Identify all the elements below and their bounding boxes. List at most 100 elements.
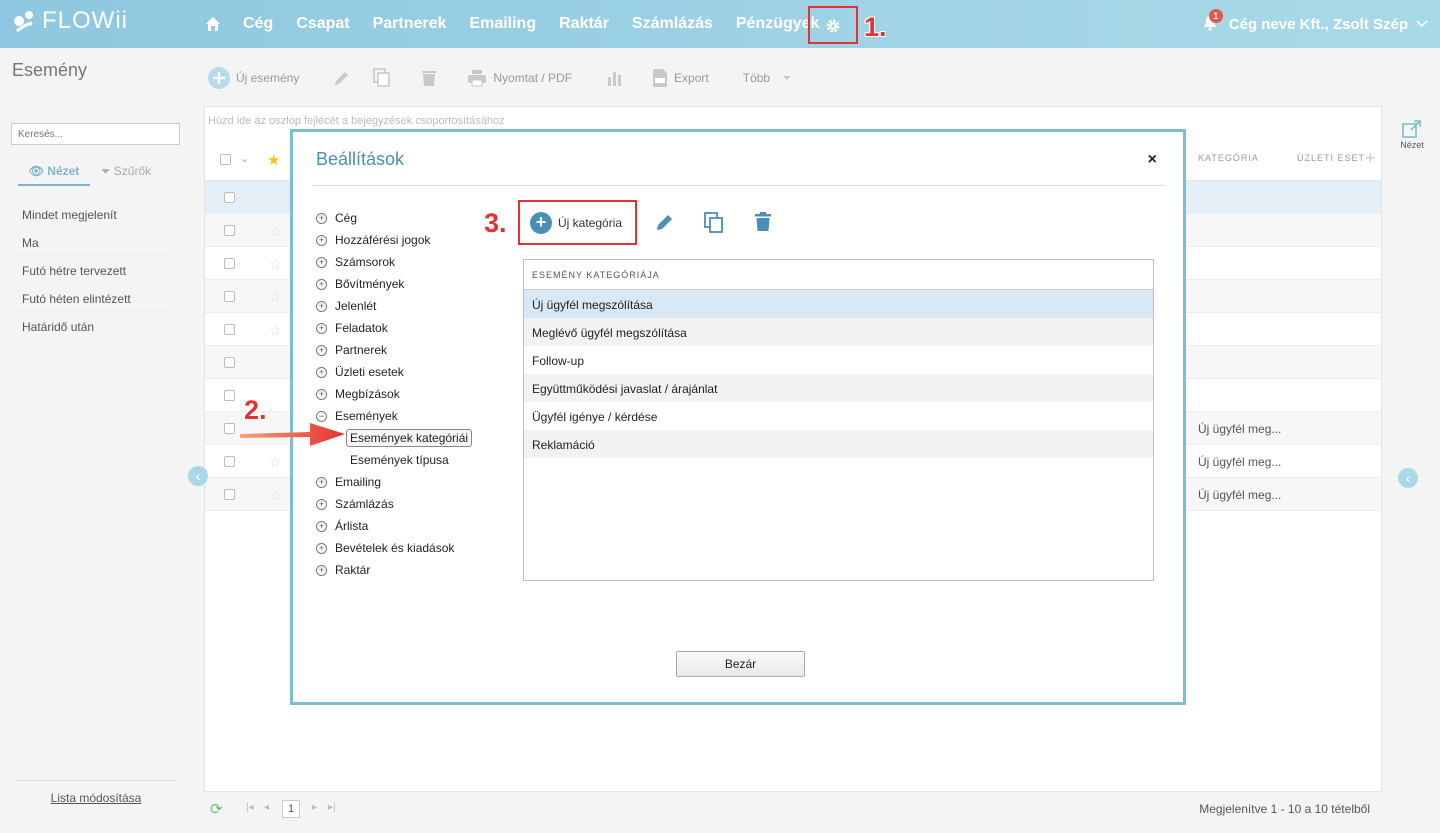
tree-item-pricelist[interactable]: + Árlista	[316, 515, 472, 537]
tree-item-access[interactable]: + Hozzáférési jogok	[316, 229, 472, 251]
row-checkbox[interactable]	[224, 291, 235, 302]
nav-item-emailing[interactable]: Emailing	[469, 15, 536, 33]
close-icon[interactable]: ×	[1148, 151, 1157, 169]
expand-icon[interactable]: +	[316, 344, 327, 356]
row-checkbox[interactable]	[224, 357, 235, 368]
new-event-button[interactable]: Új esemény	[208, 67, 299, 89]
expand-icon[interactable]: +	[316, 300, 327, 312]
star-icon[interactable]: ★	[267, 151, 280, 169]
row-checkbox[interactable]	[224, 192, 235, 203]
expand-icon[interactable]: +	[316, 388, 327, 400]
tab-filters[interactable]: ⏷ Szűrők	[90, 164, 162, 186]
bar-chart-icon[interactable]	[606, 69, 624, 87]
group-by-hint[interactable]: Húzd ide az oszlop fejlécét a bejegyzése…	[208, 115, 505, 127]
tab-view[interactable]: 👁 Nézet	[18, 164, 90, 186]
first-page-icon[interactable]: |◂	[246, 802, 254, 813]
close-button[interactable]: Bezár	[676, 651, 805, 677]
star-icon[interactable]: ☆	[269, 256, 282, 273]
list-item[interactable]: Follow-up	[524, 346, 1153, 374]
select-all-checkbox[interactable]	[220, 154, 231, 165]
expand-icon[interactable]: +	[316, 542, 327, 554]
star-icon[interactable]: ☆	[269, 289, 282, 306]
nav-item-ceg[interactable]: Cég	[243, 15, 273, 33]
col-category[interactable]: KATEGÓRIA	[1198, 153, 1259, 163]
refresh-icon[interactable]: ⟳	[210, 800, 223, 818]
tree-item-number-series[interactable]: + Számsorok	[316, 251, 472, 273]
row-checkbox[interactable]	[224, 225, 235, 236]
star-icon[interactable]: ☆	[269, 223, 282, 240]
edit-icon[interactable]	[655, 212, 675, 232]
star-icon[interactable]: ☆	[269, 322, 282, 339]
view-panel-button[interactable]: Nézet	[1396, 120, 1428, 150]
side-item-week-done[interactable]: Futó héten elintézett	[12, 284, 172, 312]
nav-item-partnerek[interactable]: Partnerek	[373, 15, 447, 33]
tree-item-income-expenses[interactable]: + Bevételek és kiadások	[316, 537, 472, 559]
nav-item-raktar[interactable]: Raktár	[559, 15, 609, 33]
tree-item-event-types[interactable]: Események típusa	[316, 449, 472, 471]
side-item-overdue[interactable]: Határidő után	[12, 312, 172, 340]
nav-item-szamlazas[interactable]: Számlázás	[632, 15, 713, 33]
trash-icon[interactable]	[421, 69, 437, 87]
tree-item-warehouse[interactable]: + Raktár	[316, 559, 472, 581]
collapse-left-icon[interactable]: ‹	[188, 466, 208, 486]
tree-item-attendance[interactable]: + Jelenlét	[316, 295, 472, 317]
row-checkbox[interactable]	[224, 258, 235, 269]
print-pdf-button[interactable]: Nyomtat / PDF	[467, 69, 572, 87]
bell-icon[interactable]: 1	[1203, 9, 1223, 33]
collapse-right-icon[interactable]: ‹	[1398, 468, 1418, 488]
side-item-today[interactable]: Ma	[12, 228, 172, 256]
nav-item-csapat[interactable]: Csapat	[296, 15, 349, 33]
col-business-case[interactable]: ÜZLETI ESET	[1297, 153, 1365, 163]
page-number[interactable]: 1	[282, 800, 300, 818]
tree-item-invoicing[interactable]: + Számlázás	[316, 493, 472, 515]
expand-icon[interactable]: +	[316, 256, 327, 268]
row-checkbox[interactable]	[224, 324, 235, 335]
list-item[interactable]: Új ügyfél megszólítása	[524, 290, 1153, 318]
prev-page-icon[interactable]: ◂	[264, 802, 269, 813]
user-menu[interactable]: 1 Cég neve Kft., Zsolt Szép	[1203, 0, 1428, 48]
trash-icon[interactable]	[754, 212, 772, 232]
row-checkbox[interactable]	[224, 456, 235, 467]
copy-icon[interactable]	[704, 212, 724, 234]
tree-item-tasks[interactable]: + Feladatok	[316, 317, 472, 339]
edit-icon[interactable]	[333, 69, 351, 87]
expand-icon[interactable]: +	[316, 520, 327, 532]
star-icon[interactable]: ☆	[269, 487, 282, 504]
list-item[interactable]: Ügyfél igénye / kérdése	[524, 402, 1153, 430]
next-page-icon[interactable]: ▸	[312, 802, 317, 813]
tree-item-emailing[interactable]: + Emailing	[316, 471, 472, 493]
list-item[interactable]: Reklamáció	[524, 430, 1153, 458]
new-category-button[interactable]: + Új kategória	[518, 200, 637, 245]
tree-item-assignments[interactable]: + Megbízások	[316, 383, 472, 405]
chevron-down-icon[interactable]: ⌄	[240, 152, 249, 165]
flowii-logo[interactable]: FLOWii	[12, 7, 128, 35]
expand-icon[interactable]: +	[316, 234, 327, 246]
edit-list-link[interactable]: Lista módosítása	[16, 780, 176, 805]
tree-item-extensions[interactable]: + Bővítmények	[316, 273, 472, 295]
search-input[interactable]	[11, 123, 180, 145]
list-item[interactable]: Meglévő ügyfél megszólítása	[524, 318, 1153, 346]
nav-item-penzugyek[interactable]: Pénzügyek	[736, 15, 820, 33]
row-checkbox[interactable]	[224, 390, 235, 401]
row-checkbox[interactable]	[224, 423, 235, 434]
settings-button-highlight[interactable]	[808, 6, 858, 44]
expand-icon[interactable]: +	[316, 476, 327, 488]
copy-icon[interactable]	[373, 68, 391, 88]
add-column-icon[interactable]: +	[1365, 148, 1376, 169]
export-button[interactable]: Export	[652, 68, 709, 88]
tree-item-ceg[interactable]: + Cég	[316, 207, 472, 229]
tree-item-partners[interactable]: + Partnerek	[316, 339, 472, 361]
side-item-week-planned[interactable]: Futó hétre tervezett	[12, 256, 172, 284]
expand-icon[interactable]: +	[316, 212, 327, 224]
star-icon[interactable]: ☆	[269, 454, 282, 471]
last-page-icon[interactable]: ▸|	[328, 802, 336, 813]
home-icon[interactable]	[205, 16, 221, 32]
expand-icon[interactable]: +	[316, 564, 327, 576]
expand-icon[interactable]: +	[316, 322, 327, 334]
row-checkbox[interactable]	[224, 489, 235, 500]
expand-icon[interactable]: +	[316, 278, 327, 290]
side-item-all[interactable]: Mindet megjelenít	[12, 200, 172, 228]
expand-icon[interactable]: +	[316, 366, 327, 378]
tree-item-business-cases[interactable]: + Üzleti esetek	[316, 361, 472, 383]
expand-icon[interactable]: +	[316, 498, 327, 510]
